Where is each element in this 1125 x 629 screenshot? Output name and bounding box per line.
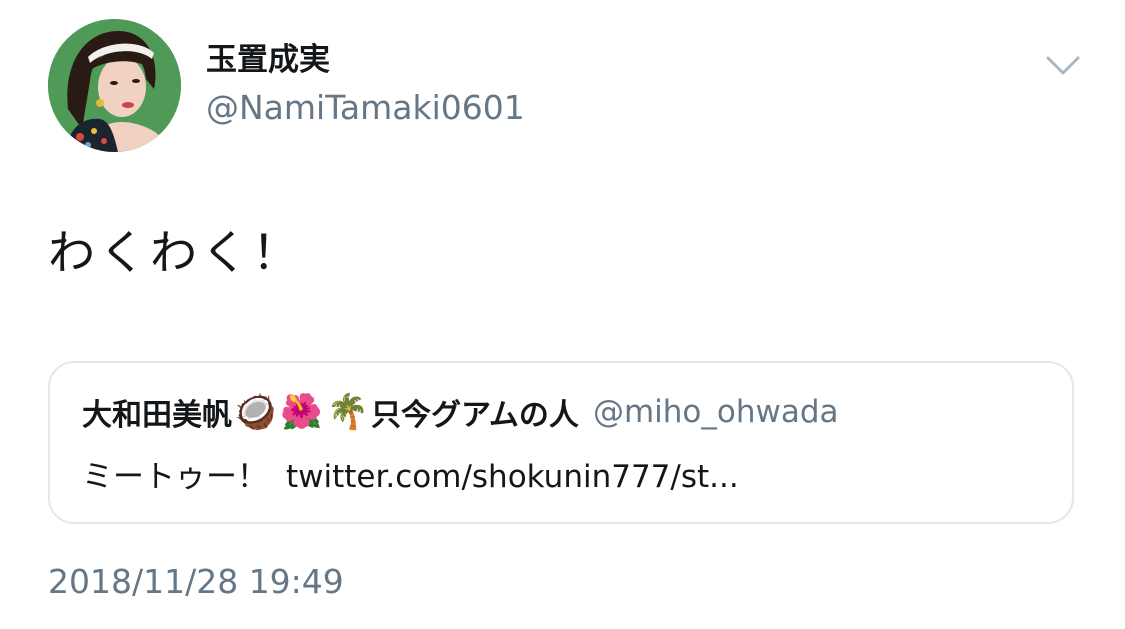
quoted-tweet-text: ミートゥー！ [82,459,268,495]
quoted-tweet-link[interactable]: twitter.com/shokunin777/st... [286,459,739,495]
quoted-author-name: 大和田美帆 [82,398,232,433]
tweet-timestamp[interactable]: 2018/11/28 19:49 [48,560,344,604]
coconut-icon: 🥥 [234,392,277,432]
quoted-author-name-suffix: 只今グアムの人 [371,398,579,433]
quoted-tweet-header: 大和田美帆 🥥 🌺 🌴 只今グアムの人 @miho_ohwada [82,389,839,435]
quoted-tweet-card[interactable]: 大和田美帆 🥥 🌺 🌴 只今グアムの人 @miho_ohwada ミートゥー！ t… [48,361,1074,524]
hibiscus-icon: 🌺 [280,392,323,432]
profile-photo [48,19,181,152]
quoted-author-handle: @miho_ohwada [592,394,839,430]
tweet-text: わくわく！ [48,226,303,281]
chevron-down-icon[interactable] [1044,52,1082,80]
avatar[interactable] [48,19,181,152]
author-display-name[interactable]: 玉置成実 [206,40,330,80]
author-handle[interactable]: @NamiTamaki0601 [206,88,525,128]
quoted-tweet-body: ミートゥー！ twitter.com/shokunin777/st... [82,455,739,499]
palm-tree-icon: 🌴 [326,392,370,432]
